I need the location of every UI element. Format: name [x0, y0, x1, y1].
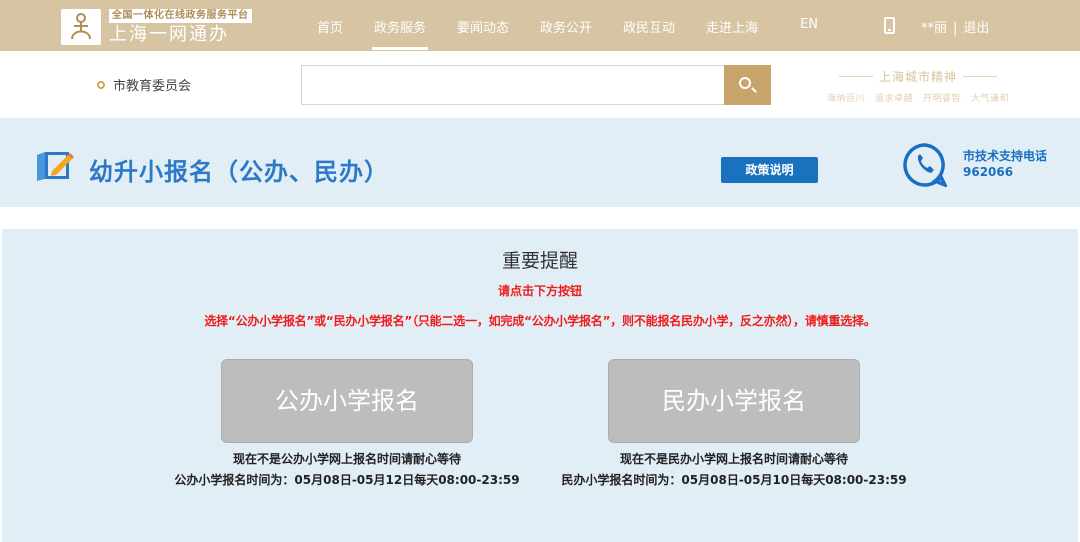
location-pin-icon: [97, 81, 105, 89]
nav-english[interactable]: EN: [800, 17, 818, 32]
logo-tagline: 全国一体化在线政务服务平台: [109, 9, 252, 23]
department-location[interactable]: 市教育委员会: [97, 75, 191, 94]
user-name[interactable]: **丽: [921, 21, 947, 36]
nav-home[interactable]: 首页: [317, 17, 343, 36]
notice-panel: [2, 229, 1078, 542]
service-title: 幼升小报名（公办、民办）: [89, 158, 389, 186]
public-school-enroll-button[interactable]: 公办小学报名: [221, 359, 473, 443]
search-icon: [739, 77, 751, 89]
notice-rule: 选择“公办小学报名”或“民办小学报名”（只能二选一，如完成“公办小学报名”，则不…: [204, 314, 876, 328]
support-phone-number[interactable]: 962066: [963, 165, 1013, 179]
department-name: 市教育委员会: [113, 79, 192, 94]
private-school-status: 现在不是民办小学网上报名时间请耐心等待: [619, 452, 848, 466]
notice-title: 重要提醒: [501, 250, 578, 272]
book-pencil-icon: [35, 149, 76, 182]
public-school-status: 现在不是公办小学网上报名时间请耐心等待: [232, 452, 461, 466]
private-school-enroll-button[interactable]: 民办小学报名: [608, 359, 860, 443]
city-spirit-banner: 上海城市精神 海纳百川 · 追求卓越 · 开明睿智 · 大气谦和: [818, 68, 1018, 104]
separator: |: [953, 21, 958, 36]
top-nav-bar: 全国一体化在线政务服务平台 上海一网通办 首页 政务服务 要闻动态 政务公开 政…: [0, 0, 1080, 51]
city-spirit-title: 上海城市精神: [818, 68, 1018, 85]
policy-explanation-button[interactable]: 政策说明: [721, 157, 818, 183]
logout-link[interactable]: 退出: [963, 21, 989, 36]
public-school-period: 公办小学报名时间为：05月08日-05月12日每天08:00-23:59: [174, 473, 520, 487]
notice-instruction: 请点击下方按钮: [497, 284, 582, 298]
private-school-period: 民办小学报名时间为：05月08日-05月10日每天08:00-23:59: [561, 473, 907, 487]
nav-about-shanghai[interactable]: 走进上海: [706, 17, 758, 36]
logo-title[interactable]: 上海一网通办: [109, 24, 229, 46]
nav-interaction[interactable]: 政民互动: [623, 17, 675, 36]
phone-support-icon: [903, 143, 949, 189]
support-phone-label: 市技术支持电话: [963, 149, 1048, 163]
search-input[interactable]: [301, 65, 725, 105]
nav-news[interactable]: 要闻动态: [457, 17, 509, 36]
site-logo-icon[interactable]: [61, 9, 101, 45]
mobile-phone-icon[interactable]: [884, 17, 895, 34]
nav-public-affairs[interactable]: 政务公开: [540, 17, 592, 36]
search-button[interactable]: [724, 65, 771, 105]
nav-government-services[interactable]: 政务服务: [371, 17, 429, 50]
city-spirit-subtitle: 海纳百川 · 追求卓越 · 开明睿智 · 大气谦和: [826, 94, 1010, 104]
user-area: **丽 | 退出: [921, 17, 989, 36]
